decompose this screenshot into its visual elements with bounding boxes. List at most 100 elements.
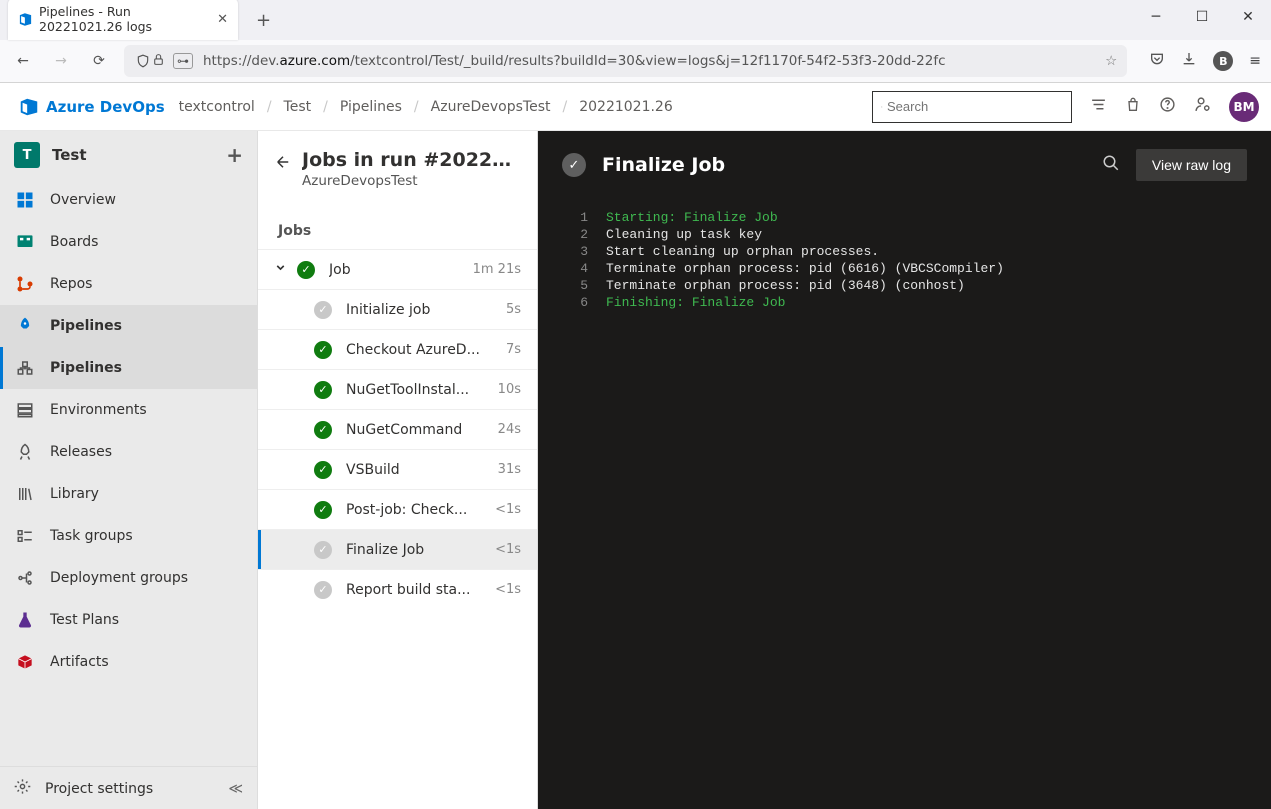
sidebar-item-boards[interactable]: Boards bbox=[0, 221, 257, 263]
sidebar-item-deployment-groups[interactable]: Deployment groups bbox=[0, 557, 257, 599]
search-icon bbox=[881, 100, 883, 114]
log-line: 2Cleaning up task key bbox=[538, 226, 1271, 243]
window-max-icon[interactable]: ☐ bbox=[1179, 0, 1225, 34]
sidebar-item-label: Repos bbox=[50, 276, 92, 292]
project-plus-icon[interactable]: + bbox=[226, 143, 243, 167]
log-line: 4Terminate orphan process: pid (6616) (V… bbox=[538, 260, 1271, 277]
jobs-subtitle: AzureDevopsTest bbox=[302, 173, 521, 189]
sidebar-item-label: Environments bbox=[50, 402, 147, 418]
sidebar-item-test-plans[interactable]: Test Plans bbox=[0, 599, 257, 641]
nav-fwd-button[interactable]: → bbox=[48, 48, 74, 74]
project-settings[interactable]: Project settings ≪ bbox=[0, 766, 257, 809]
log-panel: ✓ Finalize Job View raw log 1Starting: F… bbox=[538, 131, 1271, 809]
step-row[interactable]: ✓Finalize Job<1s bbox=[258, 529, 537, 569]
sidebar-item-pipelines[interactable]: Pipelines bbox=[0, 305, 257, 347]
sidebar-item-pipelines[interactable]: Pipelines bbox=[0, 347, 257, 389]
back-button[interactable] bbox=[274, 153, 292, 175]
account-icon[interactable]: B bbox=[1213, 51, 1233, 71]
download-icon[interactable] bbox=[1181, 51, 1197, 71]
step-name: Checkout AzureD... bbox=[346, 342, 496, 358]
sidebar-item-label: Task groups bbox=[50, 528, 133, 544]
search-input[interactable] bbox=[887, 99, 1063, 114]
sidebar-item-label: Releases bbox=[50, 444, 112, 460]
tab-close-icon[interactable]: ✕ bbox=[217, 12, 228, 27]
step-duration: 5s bbox=[506, 302, 521, 317]
bookmark-star-icon[interactable]: ☆ bbox=[1105, 53, 1117, 69]
log-body[interactable]: 1Starting: Finalize Job2Cleaning up task… bbox=[538, 199, 1271, 321]
log-title: Finalize Job bbox=[602, 154, 725, 176]
sidebar-item-overview[interactable]: Overview bbox=[0, 179, 257, 221]
project-row[interactable]: T Test + bbox=[0, 131, 257, 179]
log-line: 5Terminate orphan process: pid (3648) (c… bbox=[538, 277, 1271, 294]
sidebar-item-releases[interactable]: Releases bbox=[0, 431, 257, 473]
window-close-icon[interactable]: ✕ bbox=[1225, 0, 1271, 34]
sidebar-item-artifacts[interactable]: Artifacts bbox=[0, 641, 257, 683]
sidebar-item-library[interactable]: Library bbox=[0, 473, 257, 515]
log-line: 6Finishing: Finalize Job bbox=[538, 294, 1271, 311]
step-row[interactable]: ✓VSBuild31s bbox=[258, 449, 537, 489]
bag-icon[interactable] bbox=[1125, 97, 1141, 117]
avatar[interactable]: BM bbox=[1229, 92, 1259, 122]
browser-chrome: ─ ☐ ✕ Pipelines - Run 20221021.26 logs ✕… bbox=[0, 0, 1271, 83]
status-success-icon: ✓ bbox=[314, 501, 332, 519]
user-settings-icon[interactable] bbox=[1194, 96, 1211, 117]
nav-back-button[interactable]: ← bbox=[10, 48, 36, 74]
hamburger-icon[interactable]: ≡ bbox=[1249, 53, 1261, 69]
board-icon bbox=[14, 231, 36, 253]
sidebar-item-repos[interactable]: Repos bbox=[0, 263, 257, 305]
env-icon bbox=[14, 399, 36, 421]
tab-title: Pipelines - Run 20221021.26 logs bbox=[39, 4, 209, 34]
sidebar-nav: OverviewBoards Repos PipelinesPipelines Env… bbox=[0, 179, 257, 683]
step-row[interactable]: ✓Report build sta...<1s bbox=[258, 569, 537, 609]
view-raw-log-button[interactable]: View raw log bbox=[1136, 149, 1247, 181]
sidebar-item-environments[interactable]: Environments bbox=[0, 389, 257, 431]
breadcrumb-item[interactable]: 20221021.26 bbox=[579, 99, 673, 115]
breadcrumb-item[interactable]: Test bbox=[284, 99, 312, 115]
job-row[interactable]: ✓ Job 1m 21s bbox=[258, 249, 537, 289]
breadcrumb-item[interactable]: Pipelines bbox=[340, 99, 402, 115]
step-row[interactable]: ✓Post-job: Check...<1s bbox=[258, 489, 537, 529]
step-duration: 7s bbox=[506, 342, 521, 357]
filter-icon[interactable] bbox=[1090, 96, 1107, 117]
product-logo[interactable]: Azure DevOps bbox=[18, 96, 165, 118]
collapse-icon[interactable]: ≪ bbox=[228, 781, 243, 797]
step-row[interactable]: ✓NuGetToolInstal...10s bbox=[258, 369, 537, 409]
sidebar-item-task-groups[interactable]: Task groups bbox=[0, 515, 257, 557]
pocket-icon[interactable] bbox=[1149, 51, 1165, 71]
window-min-icon[interactable]: ─ bbox=[1133, 0, 1179, 34]
step-duration: <1s bbox=[495, 582, 521, 597]
global-search[interactable] bbox=[872, 91, 1072, 123]
step-row[interactable]: ✓Initialize job5s bbox=[258, 289, 537, 329]
log-search-icon[interactable] bbox=[1102, 154, 1120, 176]
status-neutral-icon: ✓ bbox=[314, 541, 332, 559]
job-name: Job bbox=[329, 262, 463, 278]
help-icon[interactable] bbox=[1159, 96, 1176, 117]
steps-list: ✓Initialize job5s✓Checkout AzureD...7s✓N… bbox=[258, 289, 537, 609]
nav-reload-button[interactable]: ⟳ bbox=[86, 48, 112, 74]
project-name: Test bbox=[52, 146, 87, 164]
status-success-icon: ✓ bbox=[297, 261, 315, 279]
jobs-panel: Jobs in run #20221... AzureDevopsTest Jo… bbox=[258, 131, 538, 809]
step-duration: <1s bbox=[495, 542, 521, 557]
breadcrumb-item[interactable]: textcontrol bbox=[179, 99, 255, 115]
status-neutral-icon: ✓ bbox=[314, 581, 332, 599]
permissions-icon[interactable]: ⊶ bbox=[173, 53, 193, 69]
status-neutral-icon: ✓ bbox=[314, 301, 332, 319]
breadcrumb-item[interactable]: AzureDevopsTest bbox=[431, 99, 551, 115]
settings-label: Project settings bbox=[45, 781, 153, 797]
url-bar[interactable]: ⊶ https://dev.azure.com/textcontrol/Test… bbox=[124, 45, 1127, 77]
step-row[interactable]: ✓Checkout AzureD...7s bbox=[258, 329, 537, 369]
pipe-icon bbox=[14, 357, 36, 379]
chevron-down-icon[interactable] bbox=[274, 261, 287, 278]
step-row[interactable]: ✓NuGetCommand24s bbox=[258, 409, 537, 449]
step-duration: 24s bbox=[498, 422, 521, 437]
step-name: NuGetToolInstal... bbox=[346, 382, 488, 398]
new-tab-button[interactable]: + bbox=[248, 6, 279, 35]
url-text: https://dev.azure.com/textcontrol/Test/_… bbox=[203, 53, 946, 69]
browser-tab[interactable]: Pipelines - Run 20221021.26 logs ✕ bbox=[8, 0, 238, 40]
lib-icon bbox=[14, 483, 36, 505]
deploy-icon bbox=[14, 567, 36, 589]
status-success-icon: ✓ bbox=[314, 461, 332, 479]
sidebar-item-label: Library bbox=[50, 486, 99, 502]
repo-icon bbox=[14, 273, 36, 295]
